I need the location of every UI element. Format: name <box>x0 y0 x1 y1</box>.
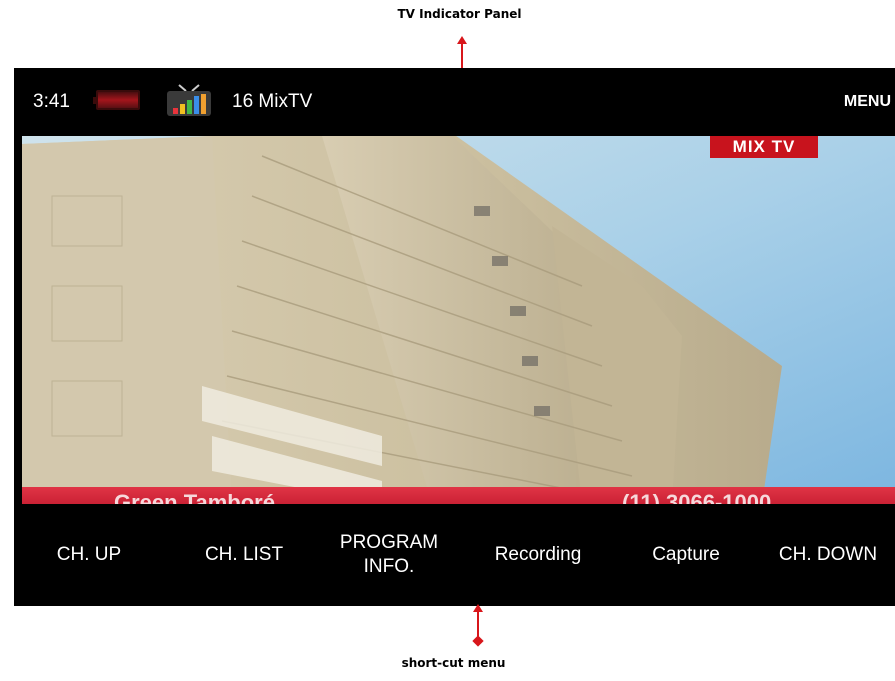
annotation-shortcut-menu: short-cut menu <box>401 656 506 670</box>
news-ticker-bar: Green Tamboré (11) 3066-1000 <box>22 487 895 504</box>
annotation-arrow-up-icon <box>457 36 467 68</box>
menu-button[interactable]: MENU <box>844 93 891 111</box>
tv-indicator-panel: 3:41 16 MixTV MENU <box>14 68 895 136</box>
battery-empty-icon <box>93 90 140 110</box>
channel-name: 16 MixTV <box>232 91 313 112</box>
tv-screen: 3:41 16 MixTV MENU MIX TV Green Tamboré … <box>14 68 895 606</box>
clock-time: 3:41 <box>33 91 70 112</box>
tv-signal-icon <box>167 84 211 116</box>
annotation-tv-indicator-panel: TV Indicator Panel <box>397 7 522 21</box>
channel-logo: MIX TV <box>710 136 818 158</box>
ch-list-button[interactable]: CH. LIST <box>184 504 304 606</box>
tv-video-frame <box>22 136 895 504</box>
ticker-text-left: Green Tamboré <box>114 490 275 504</box>
capture-button[interactable]: Capture <box>634 504 738 606</box>
ticker-text-right: (11) 3066-1000 <box>622 490 772 504</box>
program-info-label-line1: PROGRAM <box>339 532 439 553</box>
program-info-button[interactable]: PROGRAM INFO. <box>314 504 464 606</box>
recording-button[interactable]: Recording <box>476 504 600 606</box>
tv-video-area: MIX TV Green Tamboré (11) 3066-1000 <box>22 136 895 504</box>
ch-down-button[interactable]: CH. DOWN <box>764 504 892 606</box>
annotation-arrow-up-icon <box>473 604 483 642</box>
program-info-label-line2: INFO. <box>363 556 415 577</box>
shortcut-menu: CH. UP CH. LIST PROGRAM INFO. Recording … <box>14 504 895 606</box>
ch-up-button[interactable]: CH. UP <box>34 504 144 606</box>
